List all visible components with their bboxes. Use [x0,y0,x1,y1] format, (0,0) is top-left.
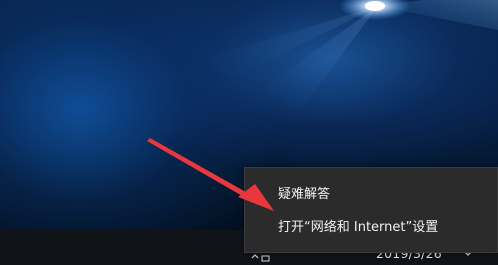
menu-item-troubleshoot[interactable]: 疑难解答 [245,179,497,211]
network-icon-context-menu: 疑难解答 打开“网络和 Internet”设置 [244,167,498,253]
desktop-screen: 2019/3/26 疑难解答 打开“网络和 Internet”设置 [0,0,498,265]
menu-item-open-network-internet-settings[interactable]: 打开“网络和 Internet”设置 [245,212,497,244]
